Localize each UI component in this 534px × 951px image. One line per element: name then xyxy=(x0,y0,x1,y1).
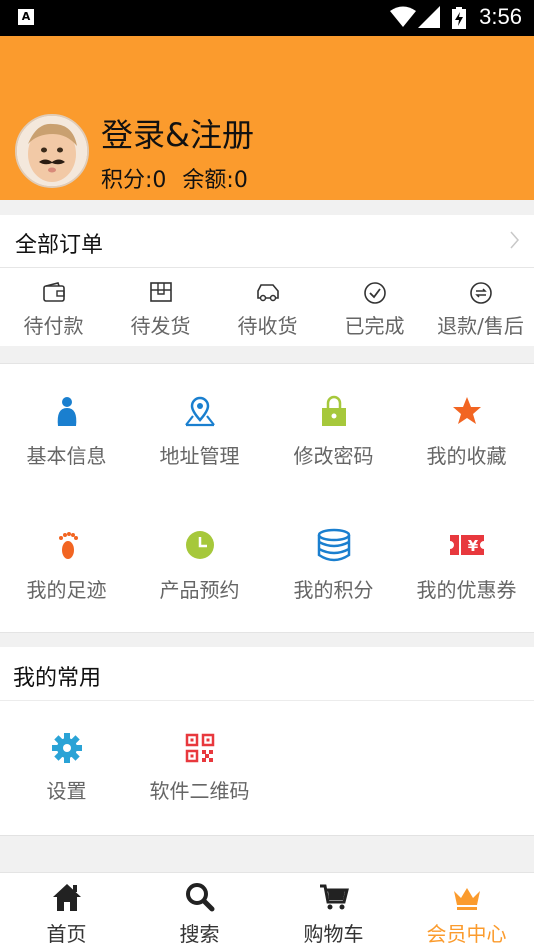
order-pending-shipment[interactable]: 待发货 xyxy=(107,268,214,346)
qr-code-icon xyxy=(185,733,214,763)
tab-label: 首页 xyxy=(46,922,87,946)
search-icon xyxy=(185,883,214,912)
footprint-icon xyxy=(58,532,78,559)
baby-avatar-image xyxy=(17,116,87,186)
lock-icon xyxy=(321,395,346,426)
settings-item[interactable]: 设置 xyxy=(0,701,133,835)
my-footprint-item[interactable]: 我的足迹 xyxy=(0,498,133,632)
common-section-title: 我的常用 xyxy=(13,666,102,691)
order-label: 退款/售后 xyxy=(437,314,524,338)
order-pending-receipt[interactable]: 待收货 xyxy=(214,268,321,346)
tab-member-center[interactable]: 会员中心 xyxy=(400,873,533,951)
tab-search[interactable]: 搜索 xyxy=(133,873,266,951)
status-bar: A 3:56 xyxy=(0,0,534,36)
tab-cart[interactable]: 购物车 xyxy=(267,873,400,951)
wallet-icon xyxy=(42,282,65,302)
tab-home[interactable]: 首页 xyxy=(0,873,133,951)
gear-icon xyxy=(51,733,82,763)
order-label: 待发货 xyxy=(130,314,191,338)
tab-label: 搜索 xyxy=(179,922,220,946)
refund-icon xyxy=(469,282,492,304)
bottom-tab-bar: 首页 搜索 购物车 会员中心 xyxy=(0,872,534,951)
order-label: 待收货 xyxy=(237,314,298,338)
avatar[interactable] xyxy=(15,114,89,188)
my-points-item[interactable]: 我的积分 xyxy=(267,498,400,632)
feature-label: 基本信息 xyxy=(26,444,107,468)
feature-label: 修改密码 xyxy=(293,444,374,468)
notification-icon: A xyxy=(18,9,34,25)
home-icon xyxy=(52,884,81,911)
feature-label: 我的足迹 xyxy=(26,578,107,602)
check-circle-icon xyxy=(363,282,386,304)
coupon-icon: ¥ xyxy=(449,535,484,555)
feature-label: 我的收藏 xyxy=(426,444,507,468)
order-label: 待付款 xyxy=(23,314,84,338)
order-pending-payment[interactable]: 待付款 xyxy=(0,268,107,346)
all-orders-row[interactable]: 全部订单 xyxy=(0,215,534,268)
order-status-row: 待付款 待发货 待收货 已完成 退款/售后 xyxy=(0,268,534,346)
crown-icon xyxy=(453,888,480,910)
my-coupons-item[interactable]: ¥ 我的优惠券 xyxy=(400,498,533,632)
feature-label: 我的优惠券 xyxy=(416,578,517,602)
features-grid: 基本信息 地址管理 修改密码 我的收藏 我的足迹 产品预约 我的积分 ¥ 我的优… xyxy=(0,363,534,633)
star-icon xyxy=(452,397,481,424)
location-pin-icon xyxy=(184,396,215,427)
profile-header xyxy=(0,36,534,200)
balance-value: 余额:0 xyxy=(182,168,248,193)
points-value: 积分:0 xyxy=(101,168,167,193)
truck-icon xyxy=(256,284,279,302)
clock-icon xyxy=(185,531,214,559)
common-section-header: 我的常用 xyxy=(0,647,534,701)
database-icon xyxy=(317,528,350,562)
common-label: 设置 xyxy=(46,779,87,803)
cart-icon xyxy=(319,884,349,910)
product-reservation-item[interactable]: 产品预约 xyxy=(133,498,266,632)
basic-info-item[interactable]: 基本信息 xyxy=(0,364,133,498)
package-icon xyxy=(149,282,172,302)
feature-label: 产品预约 xyxy=(159,578,240,602)
signal-icon xyxy=(418,6,440,28)
feature-label: 地址管理 xyxy=(159,444,240,468)
coupon-yen-text: ¥ xyxy=(467,537,478,555)
change-password-item[interactable]: 修改密码 xyxy=(267,364,400,498)
order-refund-aftersale[interactable]: 退款/售后 xyxy=(427,268,534,346)
tab-label: 购物车 xyxy=(303,922,364,946)
login-register-link[interactable]: 登录&注册 xyxy=(101,110,254,156)
clock-time: 3:56 xyxy=(479,4,522,29)
address-management-item[interactable]: 地址管理 xyxy=(133,364,266,498)
wifi-icon xyxy=(390,6,416,27)
order-completed[interactable]: 已完成 xyxy=(321,268,428,346)
common-label: 软件二维码 xyxy=(149,779,250,803)
feature-label: 我的积分 xyxy=(293,578,374,602)
order-label: 已完成 xyxy=(344,314,405,338)
app-qr-code-item[interactable]: 软件二维码 xyxy=(133,701,266,835)
all-orders-title: 全部订单 xyxy=(15,233,104,258)
person-icon xyxy=(57,397,76,426)
my-favorites-item[interactable]: 我的收藏 xyxy=(400,364,533,498)
tab-label: 会员中心 xyxy=(426,922,507,946)
chevron-right-icon xyxy=(510,231,519,249)
account-summary: 积分:0 余额:0 xyxy=(101,162,264,194)
common-section: 设置 软件二维码 xyxy=(0,701,534,836)
battery-charging-icon xyxy=(452,7,466,29)
